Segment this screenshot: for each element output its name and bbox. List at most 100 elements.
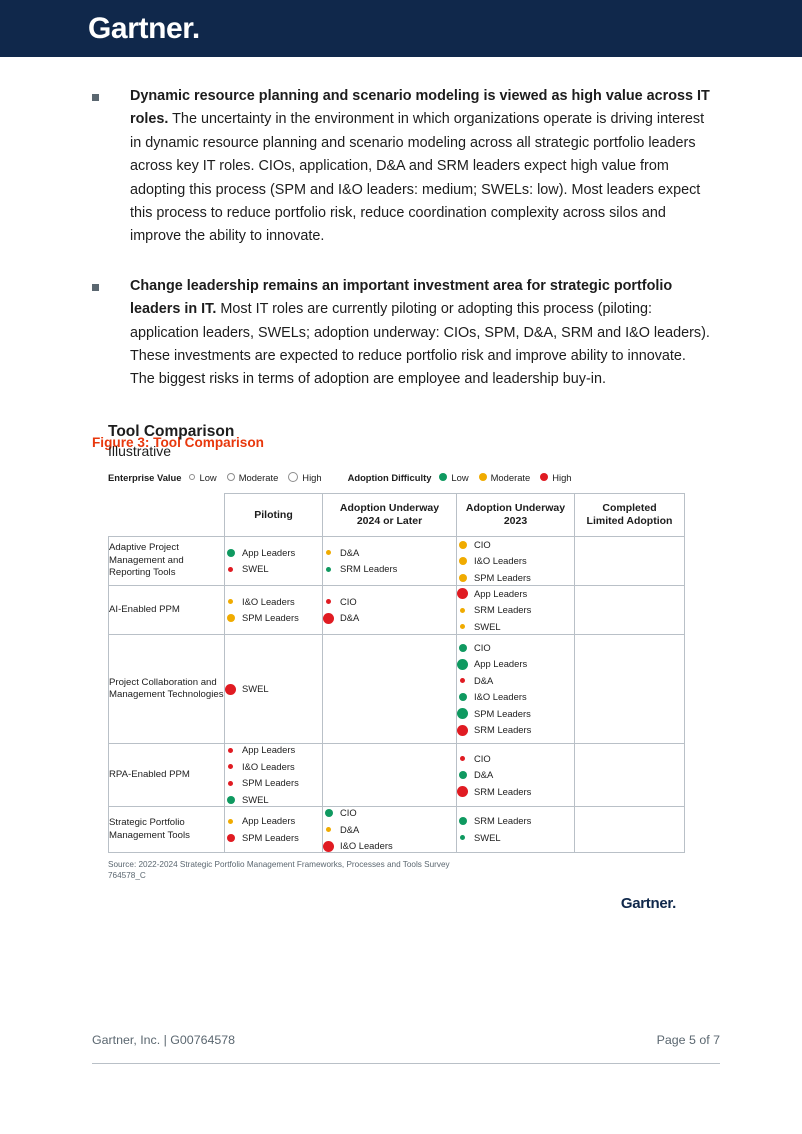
circle-filled-icon <box>460 607 465 613</box>
column-header-underway-2024-label: Adoption Underway 2024 or Later <box>339 502 440 527</box>
circle-filled-icon <box>460 678 465 684</box>
cell-piloting: App Leaders SWEL <box>224 536 323 586</box>
cell-entry: SPM Leaders <box>225 612 322 624</box>
cell-entry: SRM Leaders <box>457 724 574 736</box>
column-header-piloting: Piloting <box>224 493 323 537</box>
column-header-underway-2024: Adoption Underway 2024 or Later <box>322 493 457 537</box>
legend-enterprise-value-label: Enterprise Value <box>108 471 182 483</box>
cell-underway-2023: CIO App Leaders D&A I&O Leaders SPM Leaders S… <box>456 634 575 744</box>
cell-entry: App Leaders <box>225 815 322 827</box>
cell-entry: SWEL <box>457 832 574 844</box>
row-label: Project Collaboration and Management Tec… <box>108 634 225 744</box>
table-body: Adaptive Project Management and Reportin… <box>108 536 685 853</box>
tool-comparison-table: Piloting Adoption Underway 2024 or Later … <box>108 493 685 853</box>
footer-right-text: Page 5 of 7 <box>656 1033 720 1047</box>
cell-completed <box>574 743 685 807</box>
cell-piloting: App Leaders SPM Leaders <box>224 806 323 853</box>
legend: Enterprise Value Low Moderate High Adopt… <box>108 469 684 485</box>
legend-item-label: High <box>552 471 572 483</box>
figure-title: Tool Comparison <box>108 423 235 440</box>
cell-entry: SWEL <box>225 563 322 575</box>
circle-filled-icon <box>460 624 465 629</box>
cell-entry-label: App Leaders <box>474 587 528 599</box>
circle-filled-icon <box>326 566 331 572</box>
cell-entry-label: SPM Leaders <box>242 777 299 789</box>
cell-entry: I&O Leaders <box>225 596 322 608</box>
cell-entry-label: I&O Leaders <box>242 595 295 607</box>
cell-completed <box>574 634 685 744</box>
figure-source: Source: 2022-2024 Strategic Portfolio Ma… <box>108 860 450 869</box>
cell-entry-label: App Leaders <box>242 744 296 756</box>
cell-entry: CIO <box>457 753 574 765</box>
cell-entry-label: SRM Leaders <box>474 724 532 736</box>
table-row: RPA-Enabled PPM App Leaders I&O Leaders SPM… <box>108 743 685 807</box>
legend-item-ev-moderate: Moderate <box>226 471 279 483</box>
legend-item-ad-moderate: Moderate <box>478 471 531 483</box>
gartner-logo: Gartner. <box>88 12 200 46</box>
cell-entry-label: CIO <box>474 641 491 653</box>
legend-item-label: Low <box>451 471 469 483</box>
column-header-blank <box>108 493 225 537</box>
circle-filled-icon <box>326 599 331 605</box>
header-bar: Gartner. <box>0 0 802 57</box>
cell-entry-label: App Leaders <box>242 546 296 558</box>
bullet-rest: The uncertainty in the environment in wh… <box>130 111 705 245</box>
cell-entry: I&O Leaders <box>323 840 456 852</box>
bullet-paragraph: Change leadership remains an important i… <box>130 275 710 392</box>
circle-filled-icon <box>460 835 465 841</box>
gartner-logo-text: Gartner <box>88 12 192 45</box>
cell-entry-label: SWEL <box>474 620 501 632</box>
cell-entry: SPM Leaders <box>457 708 574 720</box>
square-bullet-icon <box>92 94 99 101</box>
circle-filled-icon <box>457 786 468 797</box>
circle-outline-icon <box>288 472 299 482</box>
circle-filled-icon <box>326 550 331 556</box>
cell-entry-label: SRM Leaders <box>340 563 398 575</box>
circle-filled-icon <box>458 643 467 652</box>
cell-entry: I&O Leaders <box>457 691 574 703</box>
cell-entry-label: D&A <box>474 769 494 780</box>
cell-entry-label: SRM Leaders <box>474 604 532 615</box>
circle-filled-icon <box>458 557 467 565</box>
cell-entry-label: I&O Leaders <box>474 555 527 566</box>
circle-filled-icon <box>460 756 465 761</box>
cell-entry: CIO <box>323 596 456 608</box>
cell-underway-2024: CIO D&A <box>322 585 457 635</box>
cell-entry-label: D&A <box>340 546 360 558</box>
circle-filled-icon <box>458 573 467 582</box>
footer-left-text: Gartner, Inc. | G00764578 <box>92 1033 236 1047</box>
cell-entry: I&O Leaders <box>457 555 574 567</box>
footer-divider <box>92 1063 720 1064</box>
figure-subtitle: Illustrative <box>108 443 172 459</box>
circle-filled-icon <box>228 566 233 572</box>
circle-filled-icon <box>457 724 468 736</box>
cell-entry: SPM Leaders <box>225 777 322 789</box>
cell-entry: SRM Leaders <box>457 786 574 798</box>
legend-item-label: Moderate <box>490 471 531 483</box>
row-label: RPA-Enabled PPM <box>108 743 225 807</box>
legend-item-ad-low: Low <box>439 471 469 483</box>
legend-adoption-difficulty-label: Adoption Difficulty <box>347 471 432 483</box>
cell-completed <box>574 806 685 853</box>
circle-filled-icon <box>458 771 467 779</box>
legend-item-label: Moderate <box>238 471 279 483</box>
circle-filled-icon <box>323 840 334 852</box>
circle-filled-icon <box>228 818 233 824</box>
circle-filled-icon <box>323 612 334 624</box>
cell-underway-2024: CIO D&A I&O Leaders <box>322 806 457 853</box>
row-label: Adaptive Project Management and Reportin… <box>108 536 225 586</box>
cell-entry-label: CIO <box>340 595 357 607</box>
circle-filled-icon <box>228 780 233 786</box>
cell-entry: D&A <box>323 547 456 559</box>
square-bullet-icon <box>92 283 99 291</box>
cell-entry: SWEL <box>225 794 322 806</box>
table-header-row: Piloting Adoption Underway 2024 or Later … <box>108 493 685 537</box>
cell-entry-label: CIO <box>474 538 491 550</box>
document-page: Gartner. Dynamic resource planning and s… <box>0 0 802 1134</box>
legend-item-ev-high: High <box>288 472 322 483</box>
cell-entry: I&O Leaders <box>225 761 322 773</box>
circle-filled-icon <box>540 473 549 481</box>
cell-entry: App Leaders <box>457 588 574 600</box>
circle-filled-icon <box>439 473 448 481</box>
bullet-list: Dynamic resource planning and scenario m… <box>92 85 710 392</box>
